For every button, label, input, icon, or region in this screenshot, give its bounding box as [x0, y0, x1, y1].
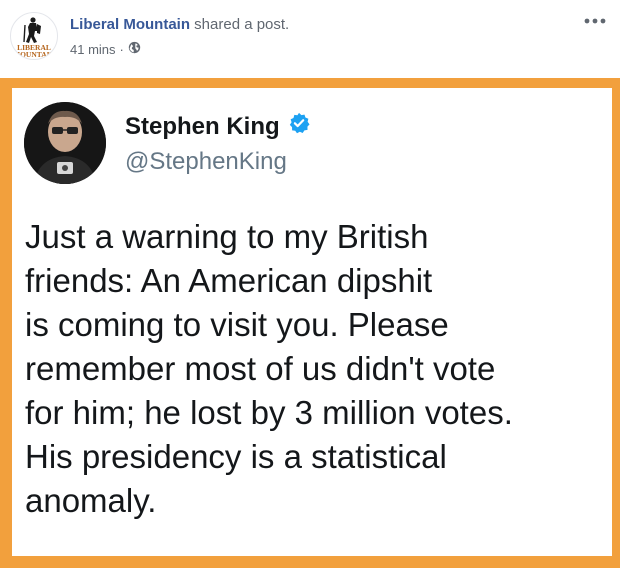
tweet-text-line: for him; he lost by 3 million votes.: [25, 394, 513, 431]
tweet-text-line: remember most of us didn't vote: [25, 350, 496, 387]
page-name-link[interactable]: Liberal Mountain: [70, 16, 190, 33]
post-header: LIBERAL MOUNTAIN Liberal Mountain shared…: [0, 0, 620, 78]
tweet-author-avatar: [24, 102, 106, 184]
page-avatar[interactable]: LIBERAL MOUNTAIN: [10, 12, 58, 60]
shared-line: Liberal Mountain shared a post.: [70, 16, 289, 33]
tweet-text-line: His presidency is a statistical: [25, 438, 447, 475]
tweet-card: Stephen King @StephenKing Just a warning…: [12, 88, 612, 556]
liberal-mountain-logo: LIBERAL MOUNTAIN: [12, 14, 56, 59]
tweet-text-line: Just a warning to my British: [25, 218, 429, 255]
globe-icon[interactable]: [128, 41, 141, 57]
verified-badge-icon: [288, 112, 310, 141]
tweet-text-line: is coming to visit you. Please: [25, 306, 449, 343]
logo-text-bottom: MOUNTAIN: [13, 50, 56, 59]
more-options-icon[interactable]: [582, 12, 608, 30]
tweet-author-handle: @StephenKing: [125, 148, 287, 175]
shared-action-text: shared a post.: [190, 16, 290, 33]
tweet-text-line: anomaly.: [25, 482, 157, 519]
tweet-text: Just a warning to my British friends: An …: [25, 215, 610, 523]
tweet-author: Stephen King: [125, 112, 310, 141]
post-image[interactable]: Stephen King @StephenKing Just a warning…: [0, 78, 620, 568]
post-timestamp[interactable]: 41 mins: [70, 42, 116, 57]
meta-separator: ·: [119, 41, 124, 57]
post-meta: 41 mins ·: [70, 41, 141, 57]
tweet-author-name: Stephen King: [125, 112, 280, 140]
tweet-text-line: friends: An American dipshit: [25, 262, 433, 299]
